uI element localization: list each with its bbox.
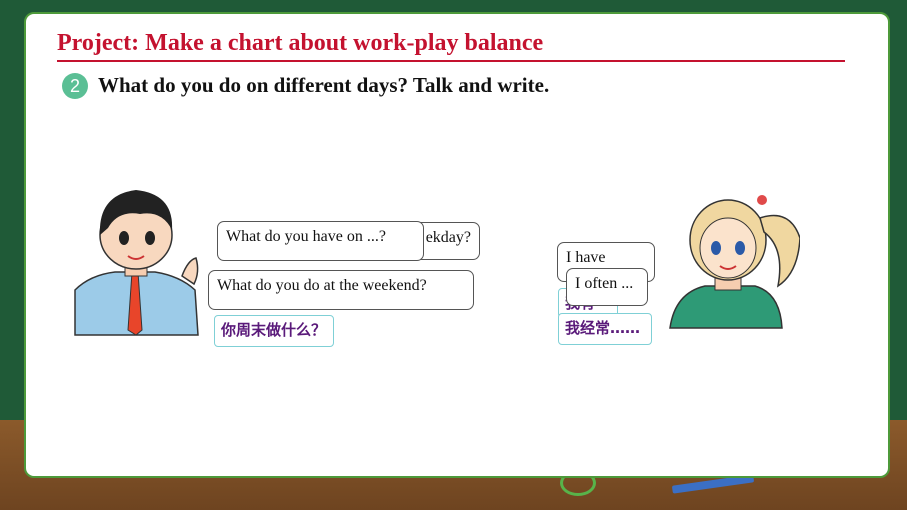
instruction-text: What do you do on different days? Talk a… [98,73,550,97]
bubble-i-have-text: I have [566,249,606,266]
title-underline [57,60,845,62]
speech-bubble-have: What do you have on ...? [217,221,424,261]
chinese-translation-weekend: 你周末做什么？ [214,315,334,347]
bubble-i-often-text: I often ... [575,275,634,292]
chinese-translation-often: 我经常…… [558,313,652,345]
bubble-have-text: What do you have on ...? [226,228,386,245]
step-badge: 2 [62,73,88,99]
boy-illustration [74,190,199,336]
page-title: Project: Make a chart about work-play ba… [57,30,544,56]
speech-bubble-i-often: I often ... [566,268,648,306]
bubble-weekend-text: What do you do at the weekend? [217,277,427,294]
speech-bubble-weekend: What do you do at the weekend? [208,270,474,310]
bubble-weekday-text: ekday? [425,229,471,246]
girl-illustration [669,195,800,329]
